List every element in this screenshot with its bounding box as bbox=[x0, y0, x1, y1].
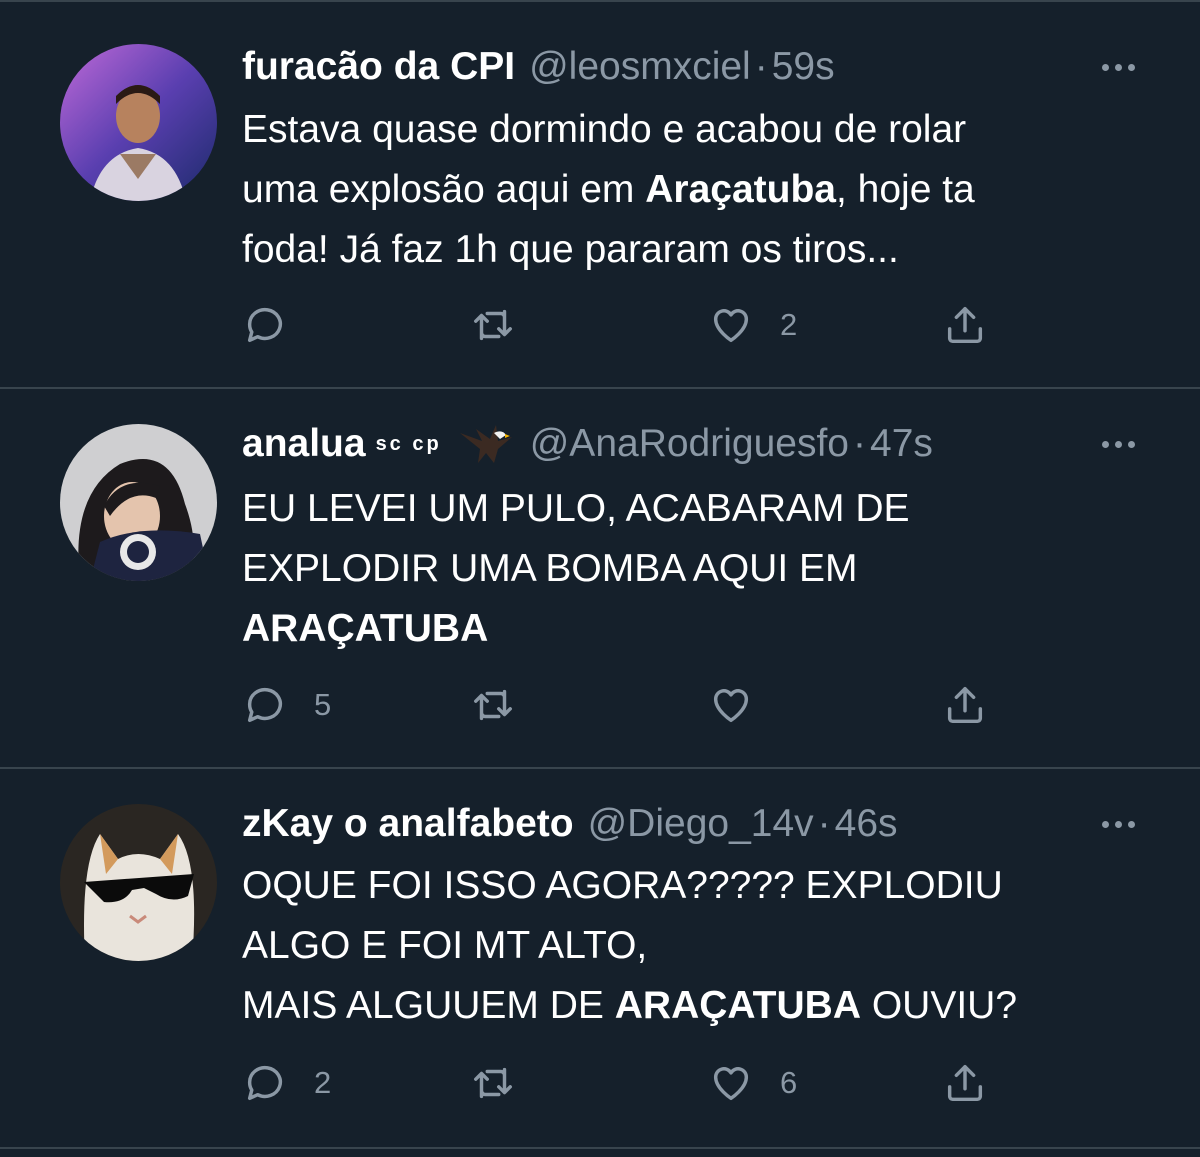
reply-button[interactable]: 2 bbox=[242, 1058, 331, 1108]
tweet-header: zKay o analfabeto @Diego_14v · 46s bbox=[242, 799, 1140, 849]
share-button[interactable] bbox=[942, 300, 988, 350]
display-name[interactable]: furacão da CPI bbox=[242, 45, 515, 89]
display-name[interactable]: analua bbox=[242, 422, 366, 466]
text-line: ALGO E FOI MT ALTO, bbox=[242, 924, 648, 967]
tweet-2[interactable]: analua sc cp @AnaRodriguesfo · 47s EU LE… bbox=[0, 389, 1200, 767]
reply-button[interactable]: 5 bbox=[242, 680, 331, 730]
timestamp[interactable]: 47s bbox=[870, 422, 933, 466]
share-icon bbox=[947, 686, 983, 724]
retweet-button[interactable] bbox=[470, 1058, 542, 1108]
heart-icon bbox=[713, 309, 749, 343]
name-badge: sc cp bbox=[375, 432, 442, 455]
like-count: 6 bbox=[780, 1065, 798, 1100]
timestamp[interactable]: 46s bbox=[835, 802, 898, 846]
share-icon bbox=[947, 1064, 983, 1102]
retweet-icon bbox=[474, 689, 512, 721]
user-handle[interactable]: @leosmxciel bbox=[529, 45, 751, 89]
retweet-button[interactable] bbox=[470, 680, 542, 730]
action-bar: 5 bbox=[242, 680, 1002, 730]
text-line: EU LEVEI UM PULO, ACABARAM DE bbox=[242, 487, 910, 530]
heart-icon bbox=[713, 689, 749, 723]
tweet-divider bbox=[0, 1147, 1200, 1149]
avatar[interactable] bbox=[60, 804, 217, 961]
action-bar: 2 bbox=[242, 300, 1002, 350]
tweet-1[interactable]: furacão da CPI @leosmxciel · 59s Estava … bbox=[0, 0, 1200, 388]
user-handle[interactable]: @AnaRodriguesfo bbox=[530, 422, 849, 466]
profile-photo-icon bbox=[60, 44, 217, 201]
display-name[interactable]: zKay o analfabeto bbox=[242, 802, 574, 846]
text-line: uma explosão aqui em Araçatuba, hoje ta bbox=[242, 168, 975, 211]
tweet-header: analua sc cp @AnaRodriguesfo · 47s bbox=[242, 419, 1140, 469]
tweet-text: Estava quase dormindo e acabou de rolar … bbox=[242, 100, 1140, 280]
text-line: EXPLODIR UMA BOMBA AQUI EM bbox=[242, 547, 858, 590]
reply-count: 5 bbox=[314, 687, 332, 722]
action-bar: 2 6 bbox=[242, 1058, 1002, 1108]
reply-button[interactable] bbox=[242, 300, 314, 350]
text-line: ARAÇATUBA bbox=[242, 599, 1140, 659]
reply-count: 2 bbox=[314, 1065, 332, 1100]
eagle-emoji-icon bbox=[459, 425, 512, 463]
text-line: foda! Já faz 1h que pararam os tiros... bbox=[242, 228, 899, 271]
highlight-text: ARAÇATUBA bbox=[614, 984, 861, 1027]
separator: · bbox=[754, 45, 768, 88]
like-count: 2 bbox=[780, 307, 798, 342]
retweet-button[interactable] bbox=[470, 300, 542, 350]
text-line: Estava quase dormindo e acabou de rolar bbox=[242, 108, 967, 151]
more-icon[interactable] bbox=[1096, 42, 1140, 92]
reply-icon bbox=[247, 308, 283, 343]
profile-photo-icon bbox=[60, 804, 217, 961]
like-button[interactable] bbox=[708, 680, 780, 730]
tweet-header: furacão da CPI @leosmxciel · 59s bbox=[242, 42, 1140, 92]
like-button[interactable]: 2 bbox=[708, 300, 797, 350]
avatar[interactable] bbox=[60, 44, 217, 201]
tweet-text: EU LEVEI UM PULO, ACABARAM DE EXPLODIR U… bbox=[242, 479, 1140, 659]
reply-icon bbox=[247, 688, 283, 723]
user-handle[interactable]: @Diego_14v bbox=[588, 802, 814, 846]
more-icon[interactable] bbox=[1096, 799, 1140, 849]
text-line: OQUE FOI ISSO AGORA????? EXPLODIU bbox=[242, 864, 1003, 907]
share-button[interactable] bbox=[942, 1058, 988, 1108]
highlight-text: ARAÇATUBA bbox=[242, 607, 489, 650]
tweet-3[interactable]: zKay o analfabeto @Diego_14v · 46s OQUE … bbox=[0, 769, 1200, 1147]
share-button[interactable] bbox=[942, 680, 988, 730]
separator: · bbox=[853, 422, 866, 465]
profile-photo-icon bbox=[60, 424, 217, 581]
retweet-icon bbox=[474, 1067, 512, 1099]
more-icon[interactable] bbox=[1096, 419, 1140, 469]
text-line: MAIS ALGUUEM DE ARAÇATUBA OUVIU? bbox=[242, 984, 1018, 1027]
avatar[interactable] bbox=[60, 424, 217, 581]
timestamp[interactable]: 59s bbox=[772, 45, 835, 89]
tweet-text: OQUE FOI ISSO AGORA????? EXPLODIU ALGO E… bbox=[242, 856, 1140, 1036]
heart-icon bbox=[713, 1067, 749, 1101]
separator: · bbox=[817, 802, 831, 845]
share-icon bbox=[947, 306, 983, 344]
like-button[interactable]: 6 bbox=[708, 1058, 797, 1108]
reply-icon bbox=[247, 1066, 283, 1101]
highlight-text: Araçatuba bbox=[645, 168, 836, 211]
retweet-icon bbox=[474, 309, 512, 341]
